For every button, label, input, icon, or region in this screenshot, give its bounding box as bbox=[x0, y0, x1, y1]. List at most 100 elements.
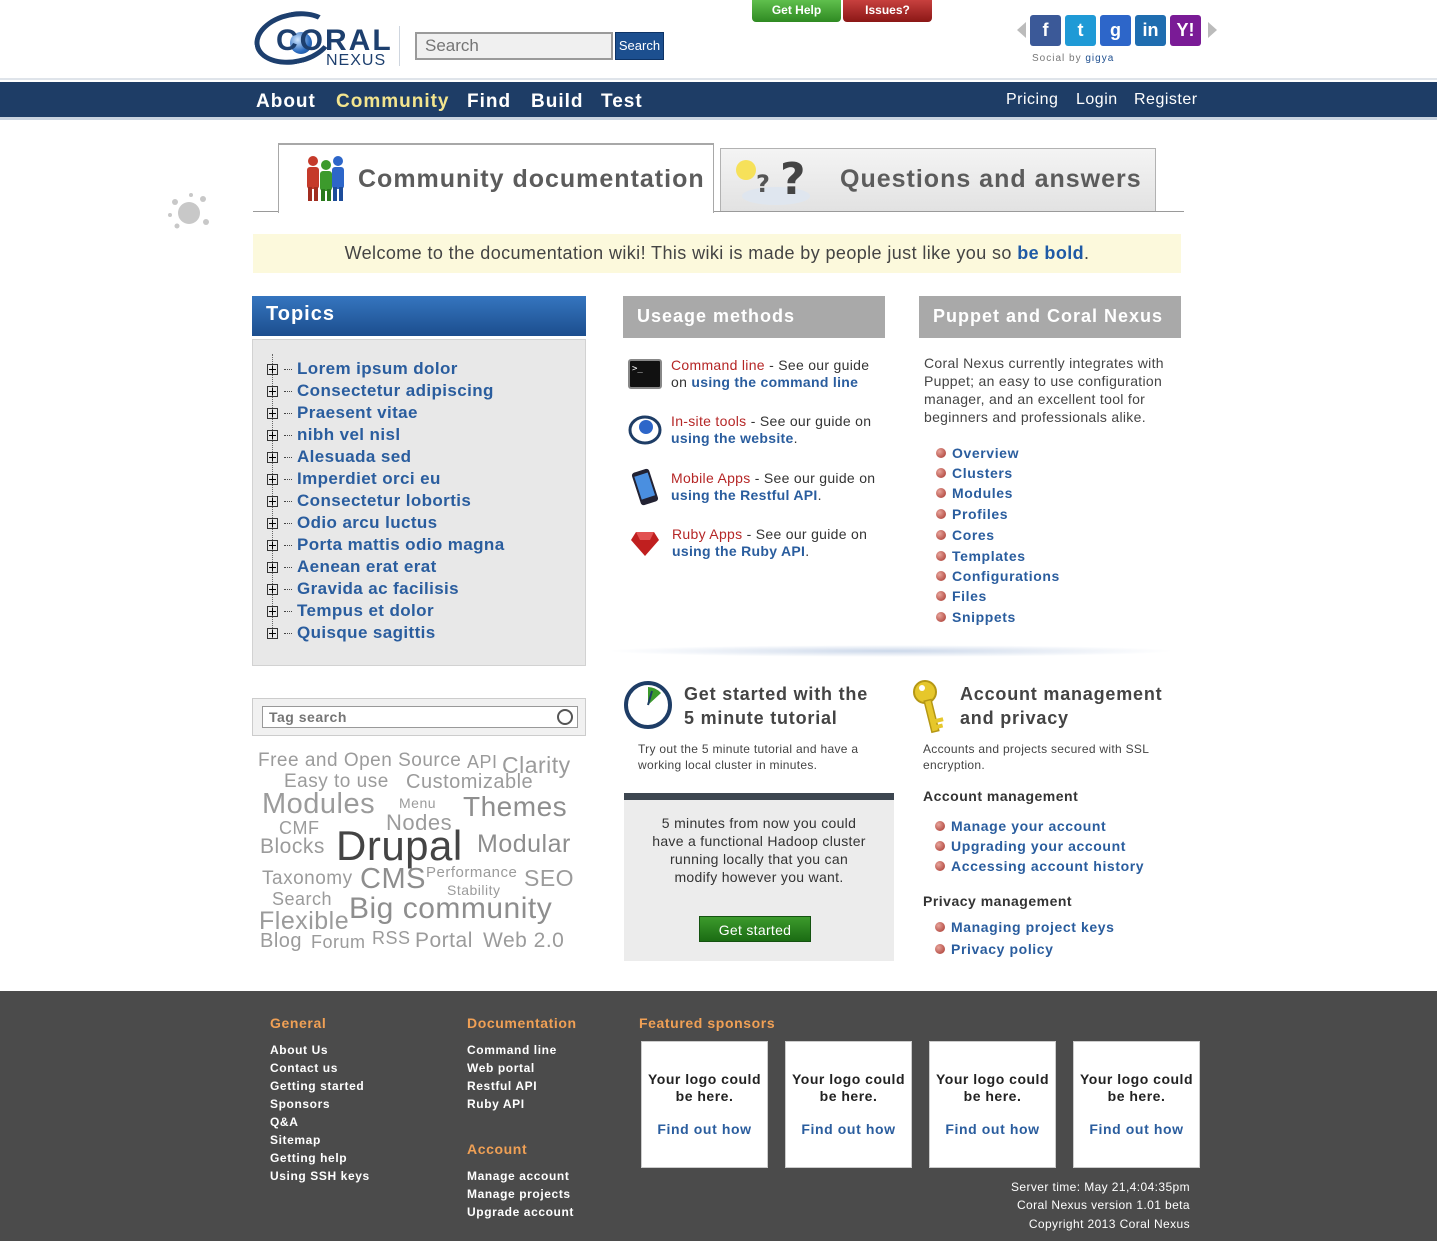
google-icon[interactable]: g bbox=[1100, 15, 1131, 46]
topic-item[interactable]: Gravida ac facilisis bbox=[267, 579, 459, 601]
footer-link-command-line[interactable]: Command line bbox=[467, 1043, 557, 1057]
topic-label[interactable]: Consectetur adipiscing bbox=[297, 381, 494, 400]
issues-button[interactable]: Issues? bbox=[843, 0, 932, 22]
puppet-link-clusters[interactable]: Clusters bbox=[936, 465, 1013, 481]
topic-item[interactable]: Imperdiet orci eu bbox=[267, 469, 441, 491]
sponsor-box[interactable]: Your logo could be here. Find out how bbox=[1073, 1041, 1200, 1168]
topic-item[interactable]: Praesent vitae bbox=[267, 403, 418, 425]
tag-rss[interactable]: RSS bbox=[372, 928, 411, 949]
be-bold-link[interactable]: be bold bbox=[1017, 243, 1084, 263]
footer-link-restful-api[interactable]: Restful API bbox=[467, 1079, 537, 1093]
topic-item[interactable]: Odio arcu luctus bbox=[267, 513, 438, 535]
topic-label[interactable]: Praesent vitae bbox=[297, 403, 418, 422]
puppet-link-snippets[interactable]: Snippets bbox=[936, 609, 1016, 625]
expand-plus-icon[interactable] bbox=[267, 562, 278, 573]
expand-plus-icon[interactable] bbox=[267, 452, 278, 463]
topic-item[interactable]: nibh vel nisl bbox=[267, 425, 400, 447]
sponsor-box[interactable]: Your logo could be here. Find out how bbox=[785, 1041, 912, 1168]
search-input[interactable] bbox=[415, 32, 613, 60]
tag-big-community[interactable]: Big community bbox=[349, 892, 552, 926]
footer-link-manage-projects[interactable]: Manage projects bbox=[467, 1187, 571, 1201]
topic-label[interactable]: Gravida ac facilisis bbox=[297, 579, 459, 598]
puppet-link-label[interactable]: Profiles bbox=[952, 506, 1008, 522]
usage-name[interactable]: Ruby Apps bbox=[672, 526, 742, 542]
nav-pricing[interactable]: Pricing bbox=[1006, 91, 1058, 109]
social-prev-arrow-icon[interactable] bbox=[1017, 22, 1026, 38]
footer-link-contact-us[interactable]: Contact us bbox=[270, 1061, 338, 1075]
tag-free-and-open-source[interactable]: Free and Open Source bbox=[258, 750, 461, 772]
expand-plus-icon[interactable] bbox=[267, 606, 278, 617]
twitter-icon[interactable]: t bbox=[1065, 15, 1096, 46]
puppet-link-label[interactable]: Overview bbox=[952, 445, 1019, 461]
find-out-how-link[interactable]: Find out how bbox=[786, 1121, 911, 1137]
topic-item[interactable]: Tempus et dolor bbox=[267, 601, 434, 623]
tag-web-2-0[interactable]: Web 2.0 bbox=[483, 929, 564, 953]
nav-build[interactable]: Build bbox=[531, 91, 584, 113]
tag-seo[interactable]: SEO bbox=[524, 865, 574, 892]
account-link-upgrading-your-account[interactable]: Upgrading your account bbox=[935, 838, 1126, 854]
tag-menu[interactable]: Menu bbox=[399, 795, 436, 811]
expand-plus-icon[interactable] bbox=[267, 628, 278, 639]
footer-link-web-portal[interactable]: Web portal bbox=[467, 1061, 535, 1075]
puppet-link-label[interactable]: Configurations bbox=[952, 568, 1060, 584]
puppet-link-files[interactable]: Files bbox=[936, 588, 987, 604]
privacy-link-label[interactable]: Privacy policy bbox=[951, 941, 1054, 957]
footer-link-ruby-api[interactable]: Ruby API bbox=[467, 1097, 525, 1111]
nav-community[interactable]: Community bbox=[336, 91, 450, 113]
expand-plus-icon[interactable] bbox=[267, 408, 278, 419]
topic-item[interactable]: Lorem ipsum dolor bbox=[267, 359, 458, 381]
puppet-link-label[interactable]: Clusters bbox=[952, 465, 1013, 481]
puppet-link-label[interactable]: Cores bbox=[952, 527, 995, 543]
linkedin-icon[interactable]: in bbox=[1135, 15, 1166, 46]
topic-label[interactable]: nibh vel nisl bbox=[297, 425, 400, 444]
topic-label[interactable]: Aenean erat erat bbox=[297, 557, 437, 576]
nav-find[interactable]: Find bbox=[467, 91, 511, 113]
topic-label[interactable]: Odio arcu luctus bbox=[297, 513, 438, 532]
expand-plus-icon[interactable] bbox=[267, 518, 278, 529]
account-link-manage-your-account[interactable]: Manage your account bbox=[935, 818, 1106, 834]
get-help-button[interactable]: Get Help bbox=[752, 0, 841, 22]
find-out-how-link[interactable]: Find out how bbox=[930, 1121, 1055, 1137]
footer-link-manage-account[interactable]: Manage account bbox=[467, 1169, 569, 1183]
tag-blocks[interactable]: Blocks bbox=[260, 835, 325, 859]
topic-item[interactable]: Consectetur adipiscing bbox=[267, 381, 494, 403]
account-link-label[interactable]: Manage your account bbox=[951, 818, 1106, 834]
footer-link-getting-started[interactable]: Getting started bbox=[270, 1079, 364, 1093]
tag-modules[interactable]: Modules bbox=[262, 788, 375, 821]
privacy-link-privacy-policy[interactable]: Privacy policy bbox=[935, 941, 1054, 957]
footer-link-sponsors[interactable]: Sponsors bbox=[270, 1097, 330, 1111]
puppet-link-label[interactable]: Modules bbox=[952, 485, 1013, 501]
get-started-button[interactable]: Get started bbox=[699, 916, 811, 942]
nav-about[interactable]: About bbox=[256, 91, 316, 113]
nav-login[interactable]: Login bbox=[1076, 91, 1118, 109]
topic-label[interactable]: Lorem ipsum dolor bbox=[297, 359, 458, 378]
sponsor-box[interactable]: Your logo could be here. Find out how bbox=[641, 1041, 768, 1168]
puppet-link-label[interactable]: Files bbox=[952, 588, 987, 604]
usage-name[interactable]: In-site tools bbox=[671, 413, 747, 429]
search-circle-icon[interactable] bbox=[557, 709, 573, 725]
puppet-link-label[interactable]: Snippets bbox=[952, 609, 1016, 625]
usage-guide-link[interactable]: using the website bbox=[671, 430, 794, 446]
topic-label[interactable]: Consectetur lobortis bbox=[297, 491, 471, 510]
coral-nexus-logo[interactable]: CORAL NEXUS bbox=[249, 4, 392, 72]
usage-guide-link[interactable]: using the Restful API bbox=[671, 487, 818, 503]
account-link-label[interactable]: Upgrading your account bbox=[951, 838, 1126, 854]
topic-label[interactable]: Quisque sagittis bbox=[297, 623, 436, 642]
nav-test[interactable]: Test bbox=[601, 91, 643, 113]
tag-taxonomy[interactable]: Taxonomy bbox=[262, 868, 353, 890]
footer-link-using-ssh-keys[interactable]: Using SSH keys bbox=[270, 1169, 370, 1183]
puppet-link-cores[interactable]: Cores bbox=[936, 527, 995, 543]
expand-plus-icon[interactable] bbox=[267, 584, 278, 595]
footer-link-sitemap[interactable]: Sitemap bbox=[270, 1133, 321, 1147]
sponsor-box[interactable]: Your logo could be here. Find out how bbox=[929, 1041, 1056, 1168]
usage-guide-link[interactable]: using the command line bbox=[691, 374, 858, 390]
facebook-icon[interactable]: f bbox=[1030, 15, 1061, 46]
expand-plus-icon[interactable] bbox=[267, 364, 278, 375]
topic-item[interactable]: Porta mattis odio magna bbox=[267, 535, 505, 557]
footer-link-getting-help[interactable]: Getting help bbox=[270, 1151, 347, 1165]
footer-link-upgrade-account[interactable]: Upgrade account bbox=[467, 1205, 574, 1219]
tag-performance[interactable]: Performance bbox=[426, 864, 517, 881]
find-out-how-link[interactable]: Find out how bbox=[1074, 1121, 1199, 1137]
puppet-link-templates[interactable]: Templates bbox=[936, 548, 1026, 564]
expand-plus-icon[interactable] bbox=[267, 386, 278, 397]
